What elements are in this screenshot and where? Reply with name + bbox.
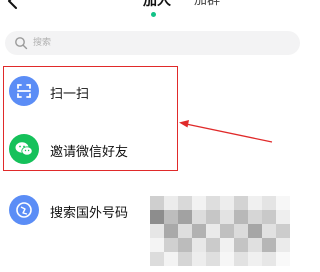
tab-add-group[interactable]: 加群 — [194, 0, 220, 10]
search-input[interactable]: 搜索 — [5, 31, 300, 55]
search-placeholder: 搜索 — [33, 38, 52, 48]
top-bar: 加人 加群 — [0, 0, 302, 24]
pixelated-redaction — [150, 196, 290, 266]
globe-icon — [9, 195, 39, 225]
list-item-label: 搜索国外号码 — [50, 206, 129, 221]
active-tab-indicator — [151, 12, 156, 17]
highlight-box — [3, 66, 178, 171]
annotation-arrow-icon — [179, 120, 273, 143]
tab-add-person[interactable]: 加人 — [143, 0, 171, 10]
search-icon — [15, 37, 28, 50]
back-arrow-icon[interactable] — [4, 0, 22, 14]
